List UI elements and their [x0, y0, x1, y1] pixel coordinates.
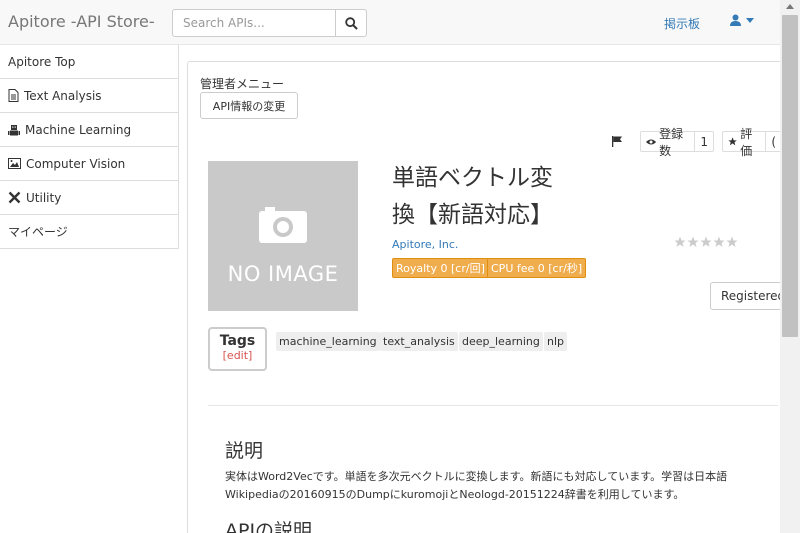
rating-badge: 評価 ( [722, 127, 782, 158]
sidebar-item-computer-vision[interactable]: Computer Vision [0, 147, 179, 181]
registered-count: 1 [694, 132, 713, 151]
tags-box: Tags [edit] [208, 327, 267, 371]
api-description-heading: APIの説明 [225, 520, 313, 533]
star-rating[interactable] [674, 236, 738, 248]
api-title-line: 単語ベクトル変 [392, 165, 553, 191]
navbar: Apitore -API Store- 掲示板 [0, 0, 780, 45]
sidebar-item-apitore-top[interactable]: Apitore Top [0, 45, 179, 79]
search-input[interactable] [172, 9, 336, 37]
registered-button[interactable]: Registered [710, 282, 786, 310]
page-scrollbar[interactable] [780, 0, 800, 533]
registered-count-badge: 登録数 1 [640, 127, 714, 158]
wrench-icon [8, 191, 21, 204]
file-text-icon [8, 89, 19, 102]
sidebar-item-text-analysis[interactable]: Text Analysis [0, 79, 179, 113]
sidebar-item-label: Computer Vision [26, 156, 126, 171]
royalty-badge: Royalty 0 [cr/回] [392, 258, 489, 278]
sidebar-item-machine-learning[interactable]: Machine Learning [0, 113, 179, 147]
sidebar-item-mypage[interactable]: マイページ [0, 215, 179, 249]
star-icon [674, 236, 686, 247]
rating-label: 評価 [740, 126, 753, 158]
rating-count: ( [765, 132, 781, 151]
description-heading: 説明 [225, 440, 264, 462]
tag-nlp[interactable]: nlp [544, 332, 568, 351]
sidebar-item-label: Utility [26, 190, 62, 205]
scroll-up-icon[interactable] [786, 4, 794, 9]
api-owner-link[interactable]: Apitore, Inc. [392, 238, 458, 251]
caret-down-icon [746, 17, 754, 23]
api-title-line: 換【新語対応】 [392, 202, 553, 228]
star-icon [700, 236, 712, 247]
forum-link[interactable]: 掲示板 [664, 15, 700, 32]
tag-machine-learning[interactable]: machine_learning [276, 332, 380, 351]
flag-icon[interactable] [612, 136, 623, 147]
divider [208, 405, 778, 406]
tag-text-analysis[interactable]: text_analysis [380, 332, 458, 351]
tags-edit-link[interactable]: [edit] [210, 349, 265, 362]
sidebar: Apitore Top Text Analysis Machine Learni… [0, 45, 179, 249]
user-menu-dropdown[interactable] [730, 14, 754, 26]
admin-menu-label: 管理者メニュー [200, 77, 285, 91]
description-text: 実体はWord2Vecです。単語を多次元ベクトルに変換します。新語にも対応してい… [225, 470, 728, 501]
sidebar-item-label: マイページ [8, 225, 68, 239]
tags-title: Tags [219, 333, 256, 349]
sidebar-item-label: Apitore Top [8, 54, 76, 69]
star-icon [713, 236, 725, 247]
cpu-fee-badge: CPU fee 0 [cr/秒] [487, 258, 587, 278]
no-image-text: NO IMAGE [227, 262, 339, 286]
search-button[interactable] [335, 9, 367, 37]
tag-deep-learning[interactable]: deep_learning [459, 332, 543, 351]
sidebar-item-label: Text Analysis [24, 88, 102, 103]
edit-api-info-button[interactable]: API情報の変更 [200, 92, 298, 119]
user-icon [730, 14, 741, 26]
search-icon [344, 16, 358, 30]
star-icon [687, 236, 699, 247]
sidebar-item-utility[interactable]: Utility [0, 181, 179, 215]
sidebar-item-label: Machine Learning [25, 122, 132, 137]
brand-logo[interactable]: Apitore -API Store- [8, 12, 155, 31]
star-icon [726, 236, 738, 247]
scrollbar-thumb[interactable] [782, 15, 798, 337]
picture-icon [8, 158, 21, 169]
api-thumbnail: NO IMAGE [208, 161, 358, 311]
registered-label: 登録数 [659, 126, 684, 158]
star-icon [728, 137, 737, 146]
eye-icon [646, 138, 657, 145]
camera-icon [259, 207, 307, 243]
api-title: 単語ベクトル変 換【新語対応】 [392, 160, 597, 234]
robot-icon [8, 124, 20, 135]
